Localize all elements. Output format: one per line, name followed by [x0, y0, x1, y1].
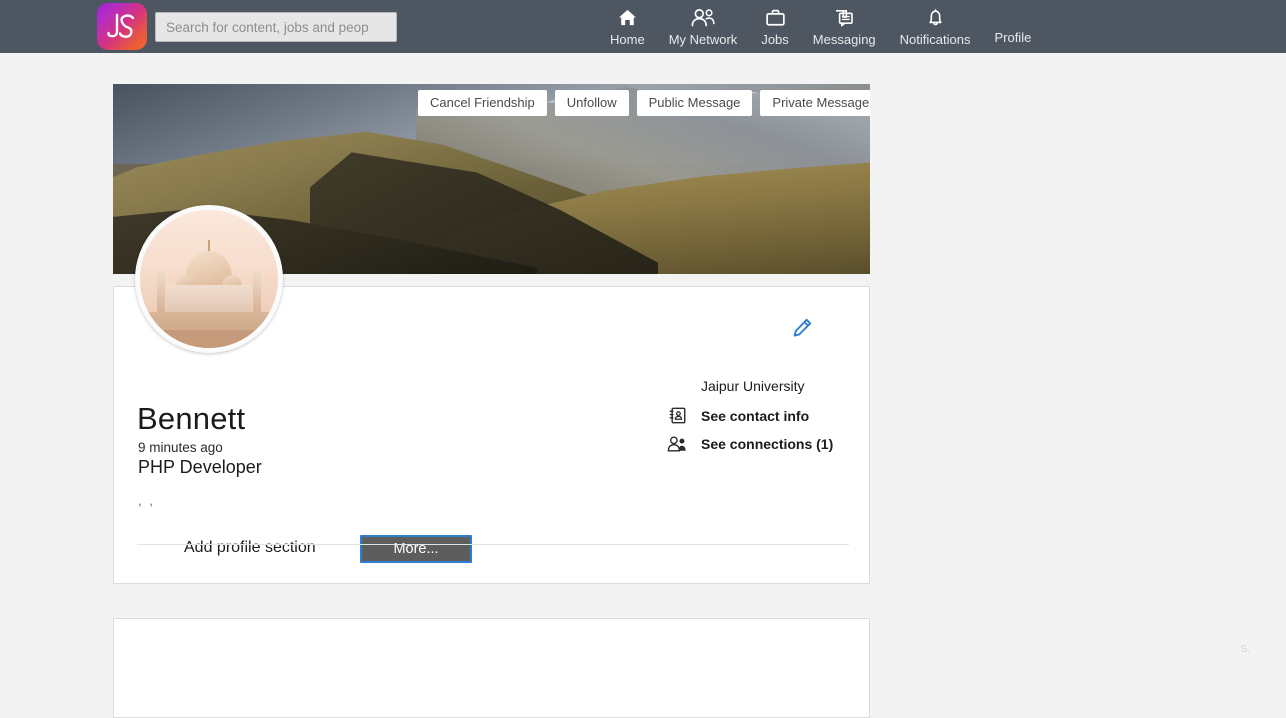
university-name: Jaipur University [701, 378, 805, 394]
avatar-minaret-left [156, 270, 165, 313]
public-message-button[interactable]: Public Message [636, 90, 753, 116]
nav-item-messaging-label: Messaging [812, 32, 876, 47]
avatar-minaret-right [253, 270, 262, 313]
nav-item-notifications[interactable]: Notifications [888, 0, 983, 47]
pencil-edit-icon[interactable] [791, 317, 813, 344]
nav-item-messaging[interactable]: Messaging [801, 0, 888, 47]
see-contact-info-label: See contact info [701, 407, 810, 424]
nav-item-notifications-label: Notifications [899, 32, 971, 47]
briefcase-icon [765, 5, 786, 29]
connections-people-icon [664, 435, 690, 453]
search-input[interactable] [155, 12, 397, 42]
avatar[interactable] [135, 205, 283, 353]
avatar-plaza [140, 330, 278, 348]
page-title: Bennett [137, 401, 246, 436]
nav-item-my-network[interactable]: My Network [657, 0, 750, 47]
nav-item-jobs-label: Jobs [761, 32, 789, 47]
nav-item-jobs[interactable]: Jobs [749, 0, 800, 47]
nav-items: Home My Network Jobs Messaging Notificat… [598, 0, 1043, 53]
bell-icon [926, 5, 945, 29]
card-divider [137, 544, 849, 545]
people-icon [690, 5, 716, 29]
profile-location: , , [138, 493, 155, 508]
top-navigation-bar: Home My Network Jobs [0, 0, 1286, 53]
nav-item-my-network-label: My Network [668, 32, 738, 47]
see-contact-info-link[interactable]: See contact info [664, 406, 874, 425]
profile-headline: PHP Developer [138, 457, 262, 477]
home-icon [617, 5, 638, 29]
nav-item-home-label: Home [610, 32, 645, 47]
more-button[interactable]: More... [360, 535, 472, 563]
add-profile-section-link[interactable]: Add profile section [184, 539, 316, 557]
nav-item-profile[interactable]: Profile [982, 0, 1043, 53]
profile-info-column: Jaipur University See contact info See c… [664, 378, 874, 463]
unfollow-button[interactable]: Unfollow [554, 90, 629, 116]
last-active-time: 9 minutes ago [138, 440, 223, 455]
nav-item-profile-label: Profile [994, 30, 1032, 45]
secondary-card [113, 618, 870, 718]
page-content: Cancel Friendship Unfollow Public Messag… [0, 53, 1286, 718]
contact-card-icon [664, 406, 690, 425]
profile-action-buttons: Cancel Friendship Unfollow Public Messag… [418, 90, 870, 116]
see-connections-link[interactable]: See connections (1) [664, 435, 874, 453]
nav-item-home[interactable]: Home [598, 0, 657, 47]
corner-mark: S. [1240, 644, 1250, 655]
private-message-button[interactable]: Private Message [760, 90, 870, 116]
chat-icon [833, 5, 855, 29]
app-logo[interactable] [97, 3, 147, 50]
cancel-friendship-button[interactable]: Cancel Friendship [418, 90, 547, 116]
see-connections-label: See connections (1) [701, 436, 834, 452]
